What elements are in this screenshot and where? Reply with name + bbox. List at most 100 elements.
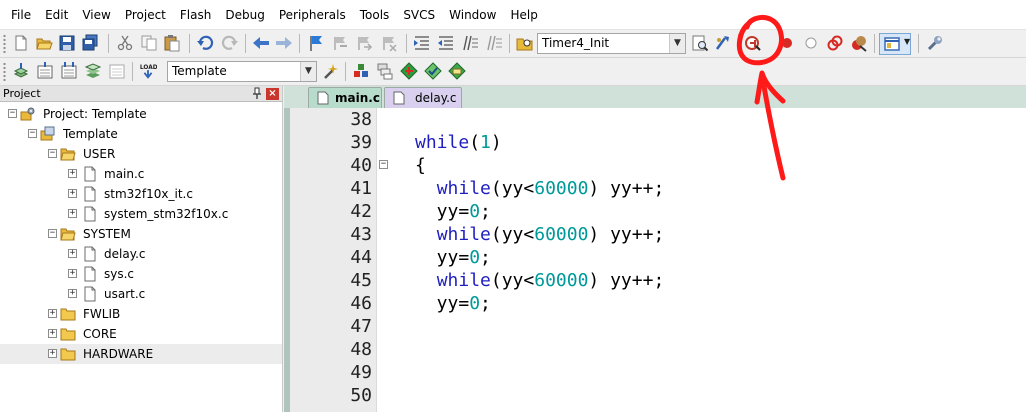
- function-combo[interactable]: Timer4_Init ▼: [537, 33, 686, 54]
- start-debug-session-icon[interactable]: [744, 34, 762, 52]
- event-recorder-icon[interactable]: [448, 62, 466, 80]
- cut-icon[interactable]: [116, 34, 134, 52]
- redo-icon[interactable]: [221, 34, 239, 52]
- save-icon[interactable]: [58, 34, 76, 52]
- collapse-icon[interactable]: −: [8, 109, 17, 118]
- tree-item-hardware[interactable]: + HARDWARE: [0, 344, 282, 364]
- tree-item-fwlib[interactable]: + FWLIB: [0, 304, 282, 324]
- menu-project[interactable]: Project: [118, 0, 173, 30]
- expand-icon[interactable]: +: [48, 329, 57, 338]
- build-icon[interactable]: [36, 62, 54, 80]
- incremental-find-icon[interactable]: [714, 34, 732, 52]
- code-line[interactable]: 43 while(yy<60000) yy++;: [284, 223, 1026, 246]
- code-line[interactable]: 48: [284, 338, 1026, 361]
- tree-item-main-c[interactable]: + main.c: [0, 164, 282, 184]
- menu-edit[interactable]: Edit: [38, 0, 75, 30]
- chevron-down-icon[interactable]: ▼: [300, 62, 316, 81]
- target-options-icon[interactable]: [322, 62, 340, 80]
- expand-icon[interactable]: +: [68, 169, 77, 178]
- manage-components-icon[interactable]: [352, 62, 370, 80]
- code-line[interactable]: 45 while(yy<60000) yy++;: [284, 269, 1026, 292]
- expand-icon[interactable]: +: [68, 189, 77, 198]
- menu-svcs[interactable]: SVCS: [396, 0, 442, 30]
- target-combo[interactable]: Template ▼: [167, 61, 317, 82]
- bookmark-flag-icon[interactable]: [307, 34, 325, 52]
- comment-selection-icon[interactable]: [461, 34, 479, 52]
- find-in-files-icon[interactable]: [516, 34, 534, 52]
- menu-window[interactable]: Window: [442, 0, 503, 30]
- batch-build-icon[interactable]: [84, 62, 102, 80]
- window-layout-button[interactable]: ▼: [879, 33, 911, 55]
- menu-file[interactable]: File: [4, 0, 38, 30]
- toolbar-grip[interactable]: [3, 62, 6, 81]
- copy-icon[interactable]: [140, 34, 158, 52]
- indent-icon[interactable]: [413, 34, 431, 52]
- tree-item-project-template[interactable]: − Project: Template: [0, 104, 282, 124]
- bookmark-previous-icon[interactable]: [331, 34, 349, 52]
- code-line[interactable]: 47: [284, 315, 1026, 338]
- expand-icon[interactable]: +: [68, 209, 77, 218]
- stop-build-icon[interactable]: [108, 62, 126, 80]
- navigate-forward-icon[interactable]: [275, 34, 293, 52]
- toolbar-grip[interactable]: [3, 34, 6, 53]
- fold-collapse-icon[interactable]: −: [379, 160, 388, 169]
- code-line[interactable]: 49: [284, 361, 1026, 384]
- code-editor[interactable]: 38 39 while(1) 40−{41 while(yy<60000) yy++;…: [284, 108, 1026, 412]
- pack-installer-icon[interactable]: [400, 62, 418, 80]
- expand-icon[interactable]: +: [48, 309, 57, 318]
- configure-wrench-icon[interactable]: [926, 34, 944, 52]
- translate-icon[interactable]: [12, 62, 30, 80]
- menu-tools[interactable]: Tools: [353, 0, 397, 30]
- disable-all-breakpoints-icon[interactable]: [826, 34, 844, 52]
- undo-icon[interactable]: [196, 34, 214, 52]
- open-folder-icon[interactable]: [35, 34, 53, 52]
- close-icon[interactable]: ×: [266, 88, 279, 100]
- uncomment-selection-icon[interactable]: [485, 34, 503, 52]
- tree-item-user[interactable]: − USER: [0, 144, 282, 164]
- menu-debug[interactable]: Debug: [218, 0, 271, 30]
- menu-view[interactable]: View: [75, 0, 117, 30]
- unindent-icon[interactable]: [437, 34, 455, 52]
- code-line[interactable]: 50: [284, 384, 1026, 407]
- tree-item-system-stm32f10x-c[interactable]: + system_stm32f10x.c: [0, 204, 282, 224]
- rebuild-icon[interactable]: [60, 62, 78, 80]
- tree-item-sys-c[interactable]: + sys.c: [0, 264, 282, 284]
- expand-icon[interactable]: +: [48, 349, 57, 358]
- collapse-icon[interactable]: −: [28, 129, 37, 138]
- collapse-icon[interactable]: −: [48, 149, 57, 158]
- tree-item-core[interactable]: + CORE: [0, 324, 282, 344]
- tab-main-c[interactable]: main.c: [308, 87, 382, 108]
- new-file-icon[interactable]: [12, 34, 30, 52]
- bookmark-clear-icon[interactable]: [380, 34, 398, 52]
- menu-peripherals[interactable]: Peripherals: [272, 0, 353, 30]
- kill-all-breakpoints-icon[interactable]: [850, 34, 868, 52]
- code-line[interactable]: 41 while(yy<60000) yy++;: [284, 177, 1026, 200]
- code-line[interactable]: 46 yy=0;: [284, 292, 1026, 315]
- save-all-icon[interactable]: [81, 34, 99, 52]
- expand-icon[interactable]: +: [68, 269, 77, 278]
- enable-breakpoint-icon[interactable]: [802, 34, 820, 52]
- code-line[interactable]: 39 while(1): [284, 131, 1026, 154]
- bookmark-next-icon[interactable]: [355, 34, 373, 52]
- tree-item-system[interactable]: − SYSTEM: [0, 224, 282, 244]
- code-line[interactable]: 40− {: [284, 154, 1026, 177]
- tree-item-usart-c[interactable]: + usart.c: [0, 284, 282, 304]
- tree-item-template[interactable]: − Template: [0, 124, 282, 144]
- code-line[interactable]: 42 yy=0;: [284, 200, 1026, 223]
- code-line[interactable]: 44 yy=0;: [284, 246, 1026, 269]
- find-icon[interactable]: [691, 34, 709, 52]
- insert-breakpoint-icon[interactable]: [778, 34, 796, 52]
- menu-flash[interactable]: Flash: [173, 0, 218, 30]
- collapse-icon[interactable]: −: [48, 229, 57, 238]
- pin-icon[interactable]: [251, 87, 263, 100]
- expand-icon[interactable]: +: [68, 249, 77, 258]
- chevron-down-icon[interactable]: ▼: [669, 34, 685, 53]
- code-line[interactable]: 38: [284, 108, 1026, 131]
- chevron-down-icon[interactable]: ▼: [904, 37, 910, 46]
- select-packs-icon[interactable]: [376, 62, 394, 80]
- rte-manage-icon[interactable]: [424, 62, 442, 80]
- menu-help[interactable]: Help: [503, 0, 544, 30]
- expand-icon[interactable]: +: [68, 289, 77, 298]
- tree-item-delay-c[interactable]: + delay.c: [0, 244, 282, 264]
- download-load-icon[interactable]: LOAD: [139, 62, 159, 80]
